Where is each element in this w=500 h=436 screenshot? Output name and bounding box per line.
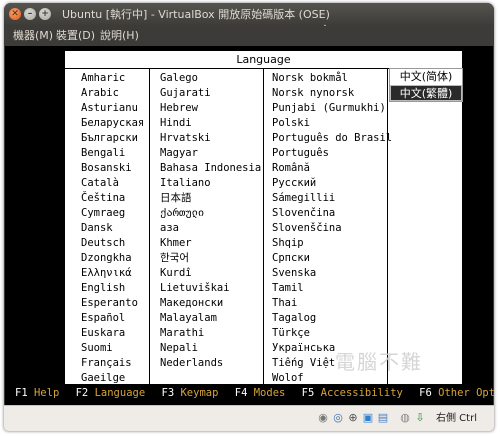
status-bar: ◉ ◎ ⊕ ▣ ▤ ◍ ⇩ 右側 Ctrl <box>4 405 494 431</box>
language-option[interactable]: Català <box>79 176 144 191</box>
language-option[interactable]: Français <box>79 356 144 371</box>
language-column-1: Amharic Arabic Asturianu Беларуская Българск… <box>79 71 144 386</box>
language-option[interactable]: Arabic <box>79 86 144 101</box>
language-option[interactable]: Svenska <box>270 266 392 281</box>
minimize-window-button[interactable]: – <box>24 8 36 20</box>
language-option[interactable]: Gaeilge <box>79 371 144 386</box>
menu-devices[interactable]: 裝置(D) <box>56 26 95 46</box>
language-option[interactable]: Tamil <box>270 281 392 296</box>
host-key-indicator: 右側 Ctrl <box>436 413 477 424</box>
fkey-keymap[interactable]: F3 Keymap <box>162 387 219 399</box>
column-divider <box>149 68 150 384</box>
language-option[interactable]: Română <box>270 161 392 176</box>
option-simplified-chinese[interactable]: 中文(简体) <box>390 69 462 85</box>
shared-folders-icon[interactable]: ▣ <box>362 412 374 424</box>
language-option[interactable]: Português do Brasil <box>270 131 392 146</box>
maximize-window-button[interactable]: + <box>39 8 51 20</box>
language-option[interactable]: Български <box>79 131 144 146</box>
language-column-2: Galego Gujarati Hebrew Hindi Hrvatski Magyar B… <box>158 71 261 371</box>
menu-bar: 機器(M) 裝置(D) 說明(H) <box>4 26 494 46</box>
window-title: Ubuntu [執行中] - VirtualBox 開放原始碼版本 (OSE) <box>62 8 330 21</box>
virtualbox-window: ✕ – + Ubuntu [執行中] - VirtualBox 開放原始碼版本 … <box>4 3 494 431</box>
language-option[interactable]: Gujarati <box>158 86 261 101</box>
language-option[interactable]: Hrvatski <box>158 131 261 146</box>
language-option[interactable]: Dzongkha <box>79 251 144 266</box>
language-option[interactable]: Беларуская <box>79 116 144 131</box>
language-option[interactable]: Ελληνικά <box>79 266 144 281</box>
language-option[interactable]: Dansk <box>79 221 144 236</box>
fkey-language[interactable]: F2 Language <box>76 387 146 399</box>
fkey-accessibility[interactable]: F5 Accessibility <box>302 387 403 399</box>
language-option[interactable]: Amharic <box>79 71 144 86</box>
language-option[interactable]: 日本語 <box>158 191 261 206</box>
mouse-integration-icon[interactable]: ◍ <box>399 412 411 424</box>
title-bar[interactable]: ✕ – + Ubuntu [執行中] - VirtualBox 開放原始碼版本 … <box>4 3 494 26</box>
language-option[interactable]: Nederlands <box>158 356 261 371</box>
menu-machine[interactable]: 機器(M) <box>13 26 53 46</box>
language-option[interactable]: Deutsch <box>79 236 144 251</box>
language-option[interactable]: Galego <box>158 71 261 86</box>
language-option[interactable]: 한국어 <box>158 251 261 266</box>
language-option[interactable]: Magyar <box>158 146 261 161</box>
language-option[interactable]: Slovenčina <box>270 206 392 221</box>
host-key-arrow-icon: ⇩ <box>415 411 425 424</box>
language-option[interactable]: Slovenščina <box>270 221 392 236</box>
optical-drive-icon[interactable]: ◎ <box>332 412 344 424</box>
option-traditional-chinese[interactable]: 中文(繁體) <box>390 85 462 101</box>
language-option[interactable]: Čeština <box>79 191 144 206</box>
language-option[interactable]: Esperanto <box>79 296 144 311</box>
language-option[interactable]: Português <box>270 146 392 161</box>
language-option[interactable]: Asturianu <box>79 101 144 116</box>
language-option[interactable]: Shqip <box>270 236 392 251</box>
language-option[interactable]: Italiano <box>158 176 261 191</box>
fkey-other-options[interactable]: F6 Other Options <box>419 387 494 399</box>
language-option[interactable]: Kurdî <box>158 266 261 281</box>
language-option[interactable]: ქართული <box>158 206 261 221</box>
language-side-options: 中文(简体) 中文(繁體) <box>389 68 463 102</box>
language-option[interactable]: Русский <box>270 176 392 191</box>
language-option[interactable]: Bengali <box>79 146 144 161</box>
language-option[interactable]: Hebrew <box>158 101 261 116</box>
language-option[interactable]: Sámegillii <box>270 191 392 206</box>
language-option[interactable]: Euskara <box>79 326 144 341</box>
language-option[interactable]: Norsk nynorsk <box>270 86 392 101</box>
language-option[interactable]: Türkçe <box>270 326 392 341</box>
language-option[interactable]: аза <box>158 221 261 236</box>
hard-disk-icon[interactable]: ◉ <box>317 412 329 424</box>
language-column-3: Norsk bokmål Norsk nynorsk Punjabi (Gurmuk… <box>270 71 392 386</box>
language-option[interactable]: Español <box>79 311 144 326</box>
language-option[interactable]: Nepali <box>158 341 261 356</box>
language-option[interactable]: Tagalog <box>270 311 392 326</box>
language-option[interactable]: Norsk bokmål <box>270 71 392 86</box>
language-option[interactable]: Khmer <box>158 236 261 251</box>
language-option[interactable]: Bosanski <box>79 161 144 176</box>
network-icon[interactable]: ▤ <box>377 412 389 424</box>
language-option[interactable]: Bahasa Indonesia <box>158 161 261 176</box>
language-option[interactable]: Cymraeg <box>79 206 144 221</box>
language-option[interactable]: Македонски <box>158 296 261 311</box>
function-key-bar: F1 Help F2 Language F3 Keymap F4 Modes F… <box>15 386 494 400</box>
column-divider <box>263 68 264 384</box>
language-option[interactable]: Punjabi (Gurmukhi) <box>270 101 392 116</box>
language-option[interactable]: Suomi <box>79 341 144 356</box>
language-option[interactable]: Polski <box>270 116 392 131</box>
language-panel-title: Language <box>65 51 462 69</box>
close-window-button[interactable]: ✕ <box>9 8 21 20</box>
language-option[interactable]: Српски <box>270 251 392 266</box>
language-option[interactable]: Lietuviškai <box>158 281 261 296</box>
language-option[interactable]: Thai <box>270 296 392 311</box>
menu-help[interactable]: 說明(H) <box>100 26 139 46</box>
fkey-help[interactable]: F1 Help <box>15 387 59 399</box>
language-option[interactable]: Malayalam <box>158 311 261 326</box>
usb-icon[interactable]: ⊕ <box>347 412 359 424</box>
watermark: 電腦不難 <box>335 350 423 374</box>
language-option[interactable]: Marathi <box>158 326 261 341</box>
fkey-modes[interactable]: F4 Modes <box>235 387 286 399</box>
language-option[interactable]: Hindi <box>158 116 261 131</box>
vm-screen[interactable]: Language Amharic Arabic Asturianu Беларуска… <box>5 46 494 405</box>
language-option[interactable]: English <box>79 281 144 296</box>
